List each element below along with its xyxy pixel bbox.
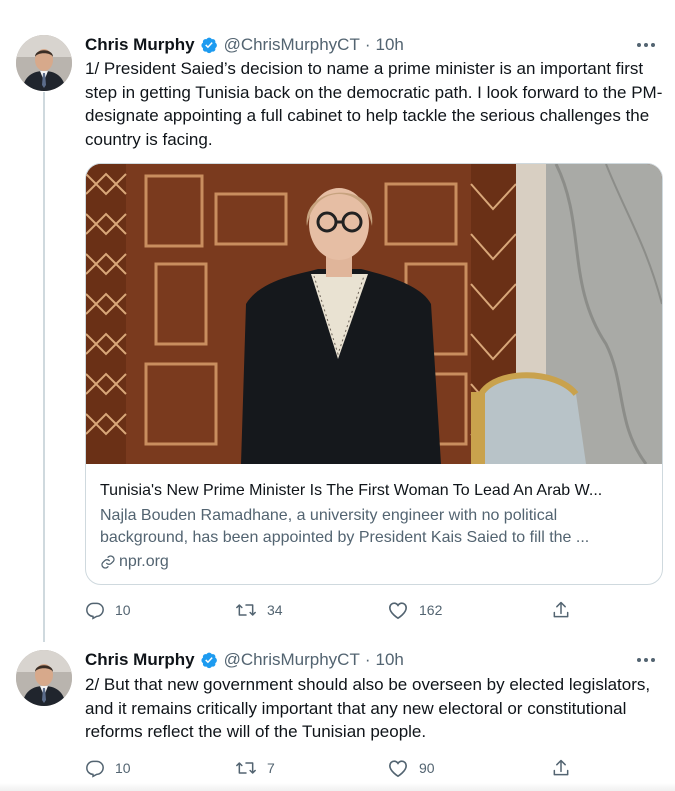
retweet-button[interactable]: 7 bbox=[235, 756, 275, 780]
tweet-actions: 10 7 90 bbox=[85, 756, 585, 780]
reply-button[interactable]: 10 bbox=[85, 598, 131, 622]
reply-icon bbox=[86, 760, 104, 778]
card-domain-text: npr.org bbox=[119, 553, 169, 570]
reply-count: 10 bbox=[115, 760, 131, 776]
more-options-icon[interactable] bbox=[633, 34, 659, 56]
card-text-area: Tunisia's New Prime Minister Is The Firs… bbox=[100, 480, 648, 573]
bottom-edge bbox=[0, 783, 675, 791]
tweet-text: 1/ President Saied’s decision to name a … bbox=[85, 59, 663, 149]
heart-icon bbox=[388, 760, 408, 778]
share-icon bbox=[553, 759, 569, 776]
thread-connector-line bbox=[43, 92, 45, 642]
reply-button[interactable]: 10 bbox=[85, 756, 131, 780]
retweet-icon bbox=[236, 604, 256, 616]
share-icon bbox=[553, 601, 569, 618]
avatar[interactable] bbox=[16, 35, 72, 91]
reply-icon bbox=[86, 602, 104, 620]
more-options-icon[interactable] bbox=[633, 649, 659, 671]
verified-badge-icon bbox=[200, 36, 218, 54]
avatar-photo bbox=[16, 35, 72, 91]
tweet-timestamp[interactable]: 10h bbox=[376, 35, 404, 55]
share-button[interactable] bbox=[551, 756, 571, 780]
tweet-actions: 10 34 162 bbox=[85, 598, 585, 622]
avatar[interactable] bbox=[16, 650, 72, 706]
author-name[interactable]: Chris Murphy bbox=[85, 35, 195, 55]
like-button[interactable]: 162 bbox=[387, 598, 442, 622]
heart-icon bbox=[388, 602, 408, 620]
link-icon bbox=[100, 554, 116, 570]
separator-dot: · bbox=[364, 35, 371, 54]
like-count: 162 bbox=[419, 602, 443, 618]
author-handle[interactable]: @ChrisMurphyCT bbox=[224, 650, 360, 670]
author-handle[interactable]: @ChrisMurphyCT bbox=[224, 35, 360, 55]
retweet-icon bbox=[236, 762, 256, 774]
avatar-photo bbox=[16, 650, 72, 706]
tweet-header: Chris Murphy @ChrisMurphyCT · 10h bbox=[85, 34, 404, 56]
retweet-count: 7 bbox=[267, 760, 275, 776]
tweet-header: Chris Murphy @ChrisMurphyCT · 10h bbox=[85, 649, 404, 671]
like-count: 90 bbox=[419, 760, 435, 776]
separator-dot: · bbox=[364, 650, 371, 669]
card-title[interactable]: Tunisia's New Prime Minister Is The Firs… bbox=[100, 480, 648, 502]
retweet-count: 34 bbox=[267, 602, 283, 618]
tweet-text: 2/ But that new government should also b… bbox=[85, 675, 655, 741]
like-button[interactable]: 90 bbox=[387, 756, 435, 780]
article-image bbox=[86, 164, 662, 464]
verified-badge-icon bbox=[200, 651, 218, 669]
tweet-timestamp[interactable]: 10h bbox=[376, 650, 404, 670]
card-description: Najla Bouden Ramadhane, a university eng… bbox=[100, 507, 590, 546]
retweet-button[interactable]: 34 bbox=[235, 598, 283, 622]
card-domain[interactable]: npr.org bbox=[100, 551, 648, 573]
link-preview-card[interactable]: Tunisia's New Prime Minister Is The Firs… bbox=[85, 163, 663, 585]
share-button[interactable] bbox=[551, 598, 571, 622]
reply-count: 10 bbox=[115, 602, 131, 618]
author-name[interactable]: Chris Murphy bbox=[85, 650, 195, 670]
